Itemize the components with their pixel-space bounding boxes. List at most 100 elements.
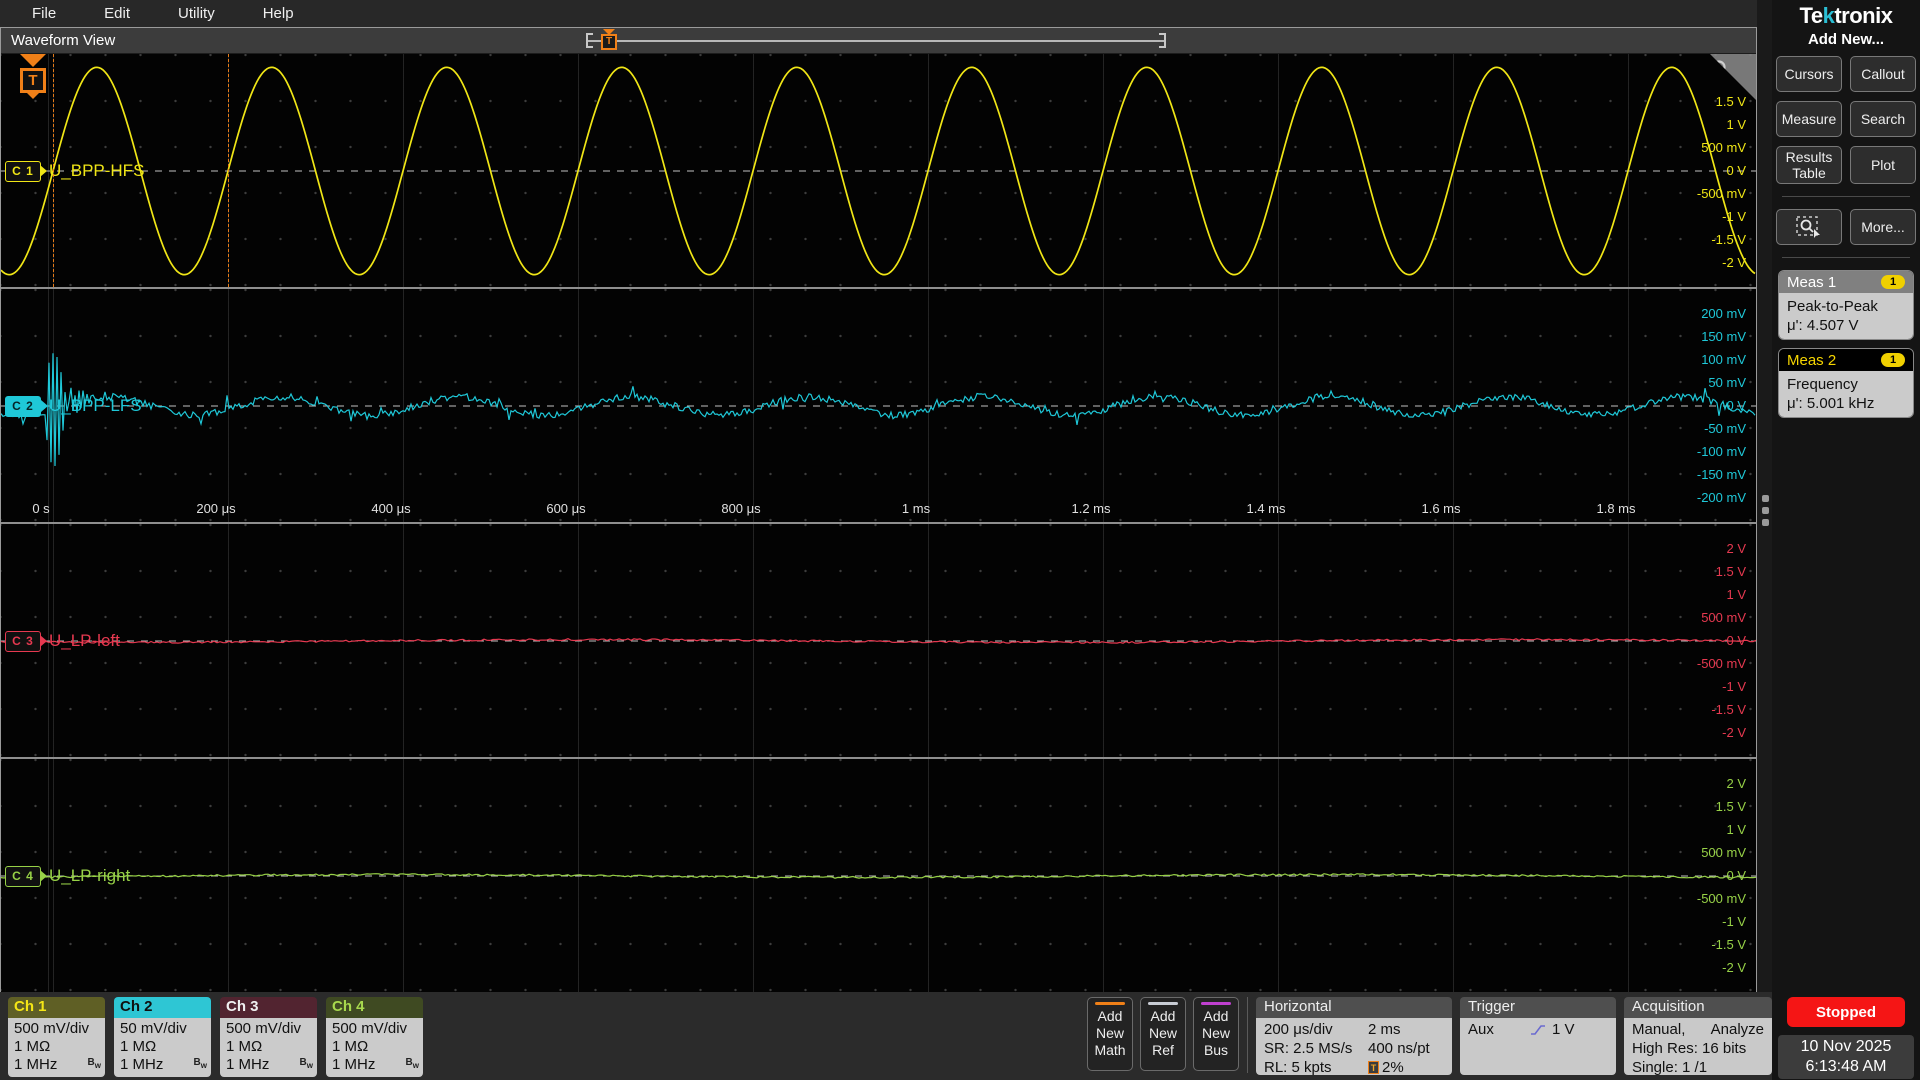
time-axis-label: 1.6 ms (1421, 501, 1460, 516)
horizontal-panel[interactable]: Horizontal200 μs/div2 msSR: 2.5 MS/s400 … (1256, 997, 1452, 1075)
y-scale-label: -500 mV (1697, 656, 1746, 671)
y-scale-label: -2 V (1722, 725, 1746, 740)
horizontal-position-bar[interactable]: T (586, 33, 1166, 48)
y-scale-label: -200 mV (1697, 490, 1746, 505)
horizontal-title: Horizontal (1256, 997, 1452, 1018)
channel-badge-c3[interactable]: C 3 (5, 631, 41, 652)
measurement-gate-line[interactable] (53, 54, 54, 287)
measurement-gate-line[interactable] (228, 54, 229, 287)
plot-slice-ch2[interactable]: 200 mV150 mV100 mV50 mV0 V-50 mV-100 mV-… (1, 289, 1756, 522)
channel-badge-c1[interactable]: C 1 (5, 161, 41, 182)
y-scale-label: -1.5 V (1711, 232, 1746, 247)
channel-settings-badge-ch4[interactable]: Ch 4500 mV/div1 MΩ1 MHzBw (326, 997, 423, 1077)
waveform-ch3 (1, 524, 1756, 757)
y-scale-label: -1 V (1722, 209, 1746, 224)
channel-label-ch2[interactable]: U_BPP-LFS (49, 396, 142, 416)
time-axis-label: 800 μs (721, 501, 760, 516)
trigger-icon: T (1368, 1061, 1379, 1074)
plot-button[interactable]: Plot (1850, 146, 1916, 184)
y-scale-label: 50 mV (1708, 375, 1746, 390)
y-scale-label: 1.5 V (1716, 564, 1746, 579)
plot-slice-ch3[interactable]: 2 V1.5 V1 V500 mV0 V-500 mV-1 V-1.5 V-2 … (1, 524, 1756, 757)
trigger-source: Aux (1468, 1020, 1524, 1039)
y-scale-label: 0 V (1726, 163, 1746, 178)
trigger-title: Trigger (1460, 997, 1616, 1018)
y-scale-label: 2 V (1726, 541, 1746, 556)
meas-body: Frequencyμ': 5.001 kHz (1779, 371, 1913, 417)
trigger-t-icon: T (20, 68, 46, 93)
zoom-select-button[interactable] (1776, 209, 1842, 245)
channel-badge-c2[interactable]: C 2 (5, 396, 41, 417)
channel-label-ch3[interactable]: U_LP-left (49, 631, 120, 651)
meas-source-badge: 1 (1881, 275, 1905, 289)
y-scale-label: 500 mV (1701, 610, 1746, 625)
y-scale-label: 500 mV (1701, 845, 1746, 860)
time-axis-label: 1.4 ms (1246, 501, 1285, 516)
y-scale-label: -1.5 V (1711, 702, 1746, 717)
channel-name: Ch 4 (326, 997, 423, 1018)
time-axis-label: 400 μs (371, 501, 410, 516)
channel-settings-badge-ch3[interactable]: Ch 3500 mV/div1 MΩ1 MHzBw (220, 997, 317, 1077)
trigger-settings: Aux1 V (1460, 1018, 1616, 1075)
tools-row: More... (1776, 209, 1916, 245)
channel-settings: 500 mV/div1 MΩ1 MHzBw (8, 1018, 105, 1077)
datetime-display: 10 Nov 2025 6:13:48 AM (1778, 1035, 1914, 1079)
channel-settings-badge-ch2[interactable]: Ch 250 mV/div1 MΩ1 MHzBw (114, 997, 211, 1077)
y-scale-label: -50 mV (1704, 421, 1746, 436)
y-scale-label: -1.5 V (1711, 937, 1746, 952)
search-button[interactable]: Search (1850, 101, 1916, 137)
meas-body: Peak-to-Peakμ': 4.507 V (1779, 293, 1913, 339)
menu-file[interactable]: File (10, 2, 78, 25)
y-scale-label: 100 mV (1701, 352, 1746, 367)
cursors-button[interactable]: Cursors (1776, 56, 1842, 92)
y-scale-label: 1 V (1726, 587, 1746, 602)
add-new-bus-button[interactable]: AddNewBus (1193, 997, 1239, 1071)
status-area: Stopped 10 Nov 2025 6:13:48 AM (1772, 992, 1920, 1080)
y-scale-label: 0 V (1726, 398, 1746, 413)
menu-help[interactable]: Help (241, 2, 316, 25)
plot-slice-ch1[interactable]: 1.5 V1 V500 mV0 V-500 mV-1 V-1.5 V-2 VC … (1, 54, 1756, 287)
y-scale-label: -500 mV (1697, 186, 1746, 201)
bandwidth-limit-badge: Bw (88, 1054, 101, 1075)
run-stop-status-button[interactable]: Stopped (1787, 997, 1905, 1027)
y-scale-label: 0 V (1726, 633, 1746, 648)
horizontal-settings: 200 μs/div2 msSR: 2.5 MS/s400 ns/ptRL: 5… (1256, 1018, 1452, 1075)
add-new-ref-button[interactable]: AddNewRef (1140, 997, 1186, 1071)
waveform-view-titlebar[interactable]: Waveform View T (1, 28, 1756, 54)
meas-2-card[interactable]: Meas 21Frequencyμ': 5.001 kHz (1778, 348, 1914, 418)
waveform-ch2 (1, 289, 1756, 522)
graticule-area: 1.5 V 1 V 500 mV 0 V -500 mV -1 V -1.5 V -2 V C … (1, 54, 1756, 991)
waveform-view-title: Waveform View (1, 32, 115, 49)
plot-slice-ch4[interactable]: 2 V1.5 V1 V500 mV0 V-500 mV-1 V-1.5 V-2 … (1, 759, 1756, 992)
oscilloscope-ui: FileEditUtilityHelp Waveform View T 1.5 … (0, 0, 1920, 1080)
bandwidth-limit-badge: Bw (194, 1054, 207, 1075)
y-scale-label: 2 V (1726, 776, 1746, 791)
acquisition-panel[interactable]: AcquisitionManual,AnalyzeHigh Res: 16 bi… (1624, 997, 1772, 1075)
trigger-position-marker[interactable]: T (600, 29, 618, 50)
trigger-panel[interactable]: TriggerAux1 V (1460, 997, 1616, 1075)
panel-drag-handle[interactable] (1759, 495, 1771, 526)
channel-badge-c4[interactable]: C 4 (5, 866, 41, 887)
record-view-right-bracket (1159, 33, 1166, 48)
channel-label-ch1[interactable]: U_BPP-HFS (49, 161, 144, 181)
acquisition-settings: Manual,AnalyzeHigh Res: 16 bitsSingle: 1… (1624, 1018, 1772, 1075)
divider (1782, 196, 1910, 197)
callout-button[interactable]: Callout (1850, 56, 1916, 92)
meas-1-card[interactable]: Meas 11Peak-to-Peakμ': 4.507 V (1778, 270, 1914, 340)
menu-edit[interactable]: Edit (82, 2, 152, 25)
record-view-left-bracket (586, 33, 593, 48)
waveform-ch4 (1, 759, 1756, 992)
date-label: 10 Nov 2025 (1778, 1037, 1914, 1057)
more-button[interactable]: More... (1850, 209, 1916, 245)
channel-settings-badge-ch1[interactable]: Ch 1500 mV/div1 MΩ1 MHzBw (8, 997, 105, 1077)
measure-button[interactable]: Measure (1776, 101, 1842, 137)
y-scale-label: -100 mV (1697, 444, 1746, 459)
y-scale-label: -500 mV (1697, 891, 1746, 906)
channel-settings: 500 mV/div1 MΩ1 MHzBw (220, 1018, 317, 1077)
add-new-math-button[interactable]: AddNewMath (1087, 997, 1133, 1071)
trigger-position-flag[interactable]: T (18, 54, 48, 99)
trigger-triangle-icon (20, 54, 46, 67)
results-table-button[interactable]: Results Table (1776, 146, 1842, 184)
channel-label-ch4[interactable]: U_LP-right (49, 866, 130, 886)
menu-utility[interactable]: Utility (156, 2, 237, 25)
